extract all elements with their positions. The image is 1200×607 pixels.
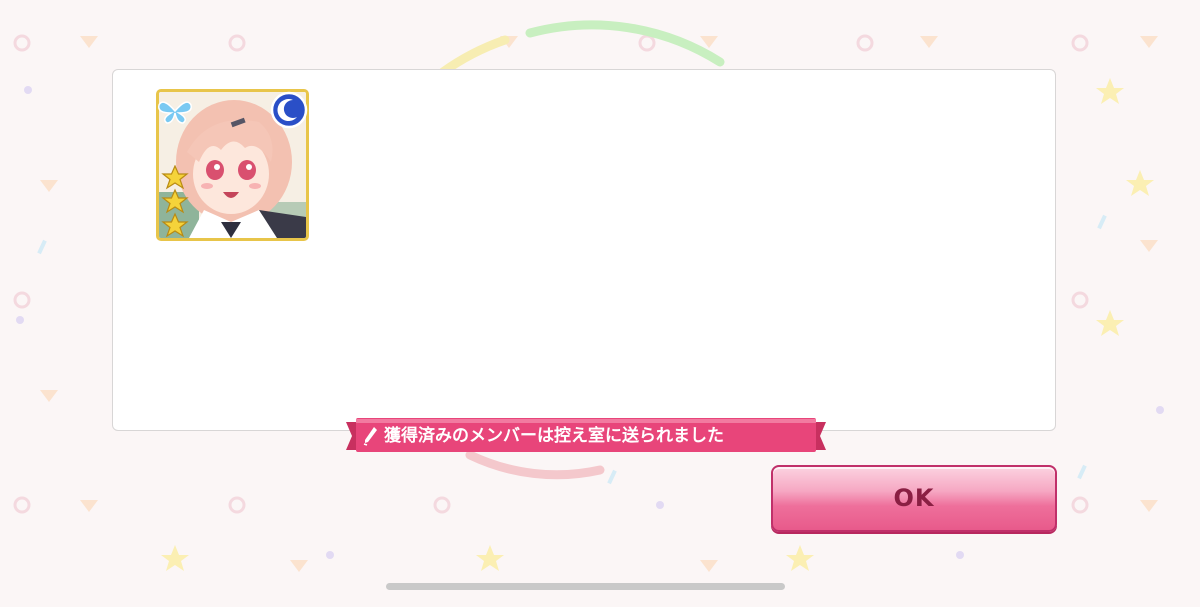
moon-icon xyxy=(270,91,308,129)
ok-button[interactable]: OK xyxy=(771,465,1057,532)
pen-icon xyxy=(363,427,377,446)
notice-text: 獲得済みのメンバーは控え室に送られました xyxy=(384,426,724,446)
rarity-stars xyxy=(161,165,189,238)
butterfly-icon xyxy=(158,101,192,124)
home-indicator[interactable] xyxy=(386,583,785,590)
ok-button-label: OK xyxy=(893,484,935,512)
